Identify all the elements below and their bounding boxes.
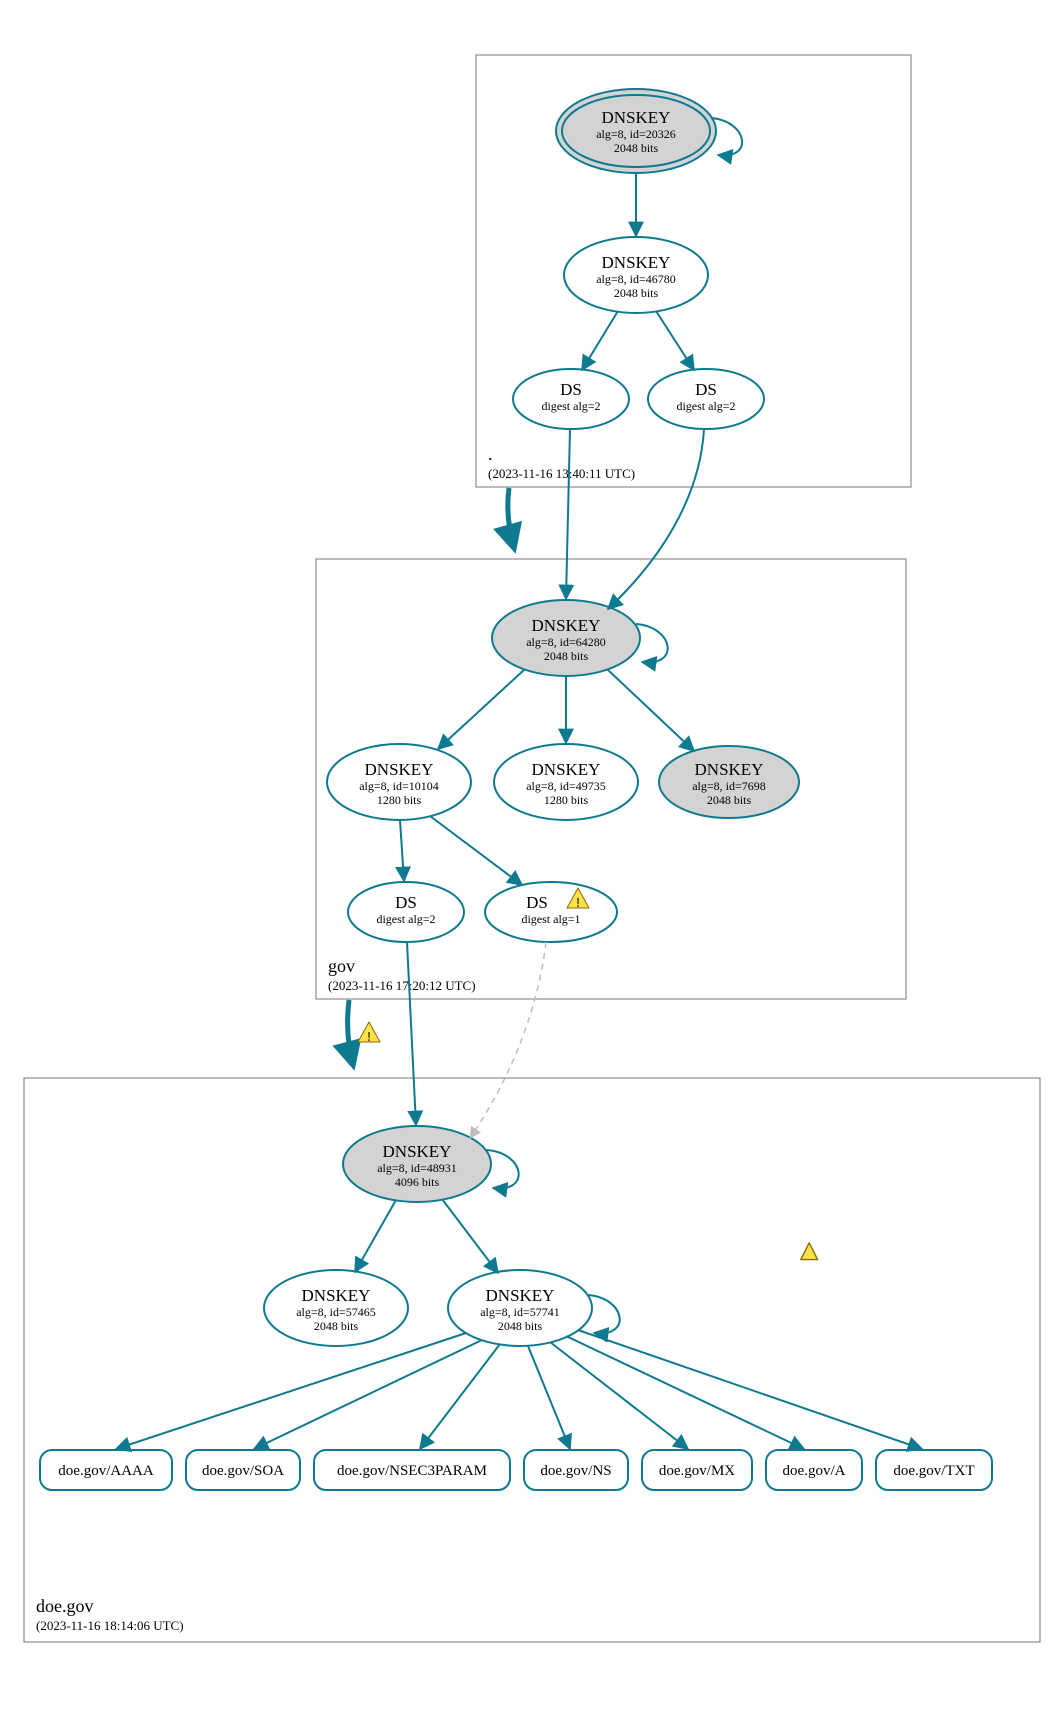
node-doe-ksk: DNSKEY alg=8, id=48931 4096 bits: [343, 1126, 491, 1202]
svg-text:2048 bits: 2048 bits: [614, 286, 659, 300]
edge-govds2-doeksk: [470, 942, 546, 1138]
svg-text:alg=8, id=20326: alg=8, id=20326: [596, 127, 676, 141]
node-root-zsk: DNSKEY alg=8, id=46780 2048 bits: [564, 237, 708, 313]
svg-text:digest alg=2: digest alg=2: [541, 399, 600, 413]
zone-time-doe: (2023-11-16 18:14:06 UTC): [36, 1618, 184, 1633]
edge-zsk2-ns: [528, 1346, 570, 1449]
svg-text:doe.gov/NS: doe.gov/NS: [540, 1463, 611, 1479]
svg-text:2048 bits: 2048 bits: [614, 141, 659, 155]
svg-text:DNSKEY: DNSKEY: [486, 1286, 555, 1305]
svg-text:2048 bits: 2048 bits: [498, 1319, 543, 1333]
svg-text:doe.gov/NSEC3PARAM: doe.gov/NSEC3PARAM: [337, 1463, 487, 1479]
svg-text:doe.gov/A: doe.gov/A: [783, 1463, 846, 1479]
svg-text:DS: DS: [395, 893, 417, 912]
node-gov-zsk2: DNSKEY alg=8, id=49735 1280 bits: [494, 744, 638, 820]
node-doe-zsk2: DNSKEY alg=8, id=57741 2048 bits: [448, 1270, 592, 1346]
edge-root-to-gov: [508, 488, 514, 548]
edge-gov-to-doe: [348, 1000, 353, 1065]
svg-text:DNSKEY: DNSKEY: [365, 760, 434, 779]
edge-govds1-doeksk: [407, 942, 416, 1125]
warning-icon: !: [567, 888, 818, 1260]
edge-govzsk1-ds2: [430, 816, 522, 885]
edge-ds2-govksk: [608, 429, 704, 609]
edge-rootzsk-ds1: [582, 311, 618, 370]
edge-zsk2-a: [566, 1336, 804, 1449]
node-root-ds2: DS digest alg=2: [648, 369, 764, 429]
zone-name-root: .: [488, 444, 493, 464]
node-gov-ksk: DNSKEY alg=8, id=64280 2048 bits: [492, 600, 640, 676]
zone-box-doe: [24, 1078, 1040, 1642]
node-gov-zsk3: DNSKEY alg=8, id=7698 2048 bits: [659, 746, 799, 818]
edge-gov-ksk-self: [636, 624, 668, 662]
edge-zsk2-soa: [254, 1340, 482, 1449]
svg-text:alg=8, id=48931: alg=8, id=48931: [377, 1161, 457, 1175]
rr-soa: doe.gov/SOA: [186, 1450, 300, 1490]
svg-text:DNSKEY: DNSKEY: [383, 1142, 452, 1161]
svg-text:2048 bits: 2048 bits: [314, 1319, 359, 1333]
zone-name-gov: gov: [328, 956, 355, 976]
edge-zsk2-nsec3: [420, 1344, 500, 1449]
rr-aaaa: doe.gov/AAAA: [40, 1450, 172, 1490]
edge-ds1-govksk: [566, 429, 570, 599]
warning-icon: !: [358, 1022, 380, 1044]
edge-doeksk-zsk1: [355, 1200, 396, 1272]
node-gov-ds1: DS digest alg=2: [348, 882, 464, 942]
svg-text:doe.gov/AAAA: doe.gov/AAAA: [58, 1463, 154, 1479]
svg-text:DS: DS: [695, 380, 717, 399]
edge-govksk-zsk1: [438, 670, 524, 749]
svg-text:!: !: [576, 895, 580, 910]
edge-zsk2-txt: [578, 1330, 922, 1449]
svg-text:digest alg=2: digest alg=2: [676, 399, 735, 413]
svg-text:alg=8, id=10104: alg=8, id=10104: [359, 779, 439, 793]
svg-text:2048 bits: 2048 bits: [707, 793, 752, 807]
svg-text:DS: DS: [526, 893, 548, 912]
edge-doe-ksk-self: [487, 1150, 519, 1188]
svg-text:doe.gov/SOA: doe.gov/SOA: [202, 1463, 284, 1479]
node-gov-zsk1: DNSKEY alg=8, id=10104 1280 bits: [327, 744, 471, 820]
zone-time-root: (2023-11-16 13:40:11 UTC): [488, 466, 635, 481]
svg-text:1280 bits: 1280 bits: [544, 793, 589, 807]
svg-text:!: !: [367, 1029, 371, 1044]
edge-doe-zsk2-self: [588, 1295, 620, 1333]
svg-text:DNSKEY: DNSKEY: [602, 108, 671, 127]
zone-time-gov: (2023-11-16 17:20:12 UTC): [328, 978, 476, 993]
edge-rootzsk-ds2: [656, 311, 694, 370]
rr-nsec3param: doe.gov/NSEC3PARAM: [314, 1450, 510, 1490]
svg-text:alg=8, id=49735: alg=8, id=49735: [526, 779, 606, 793]
svg-text:alg=8, id=64280: alg=8, id=64280: [526, 635, 606, 649]
svg-text:doe.gov/TXT: doe.gov/TXT: [893, 1463, 974, 1479]
edge-govzsk1-ds1: [400, 820, 404, 881]
node-gov-ds2: DS digest alg=1 !: [485, 882, 818, 1260]
edge-govksk-zsk3: [608, 670, 694, 751]
rr-mx: doe.gov/MX: [642, 1450, 752, 1490]
svg-text:DNSKEY: DNSKEY: [302, 1286, 371, 1305]
svg-text:digest alg=2: digest alg=2: [376, 912, 435, 926]
svg-text:DNSKEY: DNSKEY: [532, 616, 601, 635]
rr-ns: doe.gov/NS: [524, 1450, 628, 1490]
svg-text:2048 bits: 2048 bits: [544, 649, 589, 663]
svg-text:alg=8, id=57465: alg=8, id=57465: [296, 1305, 376, 1319]
svg-text:alg=8, id=46780: alg=8, id=46780: [596, 272, 676, 286]
svg-text:4096 bits: 4096 bits: [395, 1175, 440, 1189]
node-root-ksk: DNSKEY alg=8, id=20326 2048 bits: [556, 89, 716, 173]
edge-zsk2-mx: [550, 1342, 688, 1449]
svg-text:DS: DS: [560, 380, 582, 399]
edge-doeksk-zsk2: [442, 1199, 498, 1273]
svg-text:alg=8, id=57741: alg=8, id=57741: [480, 1305, 560, 1319]
svg-text:DNSKEY: DNSKEY: [602, 253, 671, 272]
node-root-ds1: DS digest alg=2: [513, 369, 629, 429]
svg-text:DNSKEY: DNSKEY: [532, 760, 601, 779]
svg-text:doe.gov/MX: doe.gov/MX: [659, 1463, 735, 1479]
rr-txt: doe.gov/TXT: [876, 1450, 992, 1490]
svg-text:digest alg=1: digest alg=1: [521, 912, 580, 926]
svg-text:DNSKEY: DNSKEY: [695, 760, 764, 779]
node-doe-zsk1: DNSKEY alg=8, id=57465 2048 bits: [264, 1270, 408, 1346]
rr-a: doe.gov/A: [766, 1450, 862, 1490]
zone-name-doe: doe.gov: [36, 1596, 94, 1616]
svg-text:1280 bits: 1280 bits: [377, 793, 422, 807]
svg-text:alg=8, id=7698: alg=8, id=7698: [692, 779, 766, 793]
dnssec-graph: . (2023-11-16 13:40:11 UTC) DNSKEY alg=8…: [0, 0, 1064, 1711]
